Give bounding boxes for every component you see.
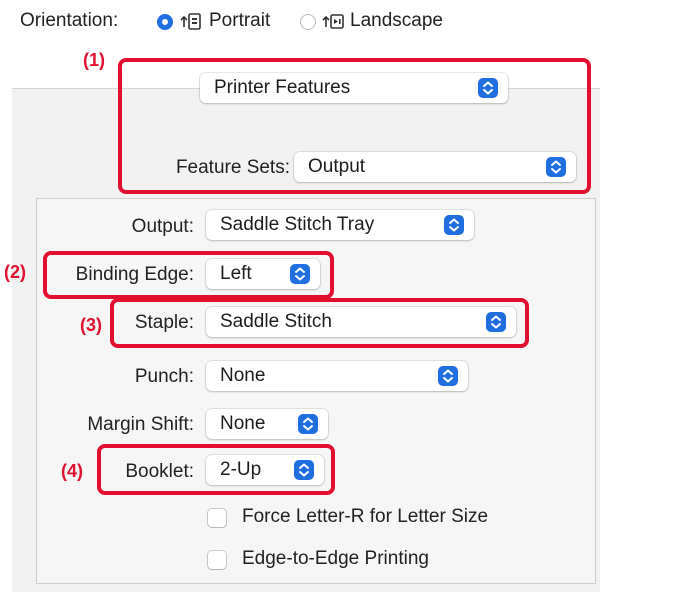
feature-sets-popup[interactable]: Output	[294, 152, 576, 182]
landscape-label: Landscape	[350, 10, 443, 31]
panel-menu-popup[interactable]: Printer Features	[200, 73, 508, 103]
chevron-updown-icon	[546, 157, 566, 177]
margin-shift-popup[interactable]: None	[206, 409, 328, 439]
margin-shift-label: Margin Shift:	[87, 414, 194, 435]
callout-4: (4)	[61, 461, 83, 481]
binding-edge-popup[interactable]: Left	[206, 259, 320, 289]
output-value: Saddle Stitch Tray	[220, 214, 375, 235]
edge-to-edge-label: Edge-to-Edge Printing	[242, 548, 429, 569]
output-popup[interactable]: Saddle Stitch Tray	[206, 210, 474, 240]
margin-shift-value: None	[220, 413, 266, 434]
chevron-updown-icon	[438, 366, 458, 386]
chevron-updown-icon	[444, 215, 464, 235]
chevron-updown-icon	[486, 312, 506, 332]
callout-3: (3)	[80, 315, 102, 335]
portrait-label: Portrait	[209, 10, 271, 31]
punch-label: Punch:	[134, 366, 194, 387]
booklet-popup[interactable]: 2-Up	[206, 455, 324, 485]
punch-popup[interactable]: None	[206, 361, 468, 391]
landscape-radio[interactable]	[300, 14, 316, 30]
staple-popup[interactable]: Saddle Stitch	[206, 307, 516, 337]
panel-menu-value: Printer Features	[214, 77, 351, 98]
chevron-updown-icon	[298, 414, 318, 434]
portrait-orientation-icon	[180, 12, 201, 30]
edge-to-edge-checkbox[interactable]	[208, 551, 226, 569]
booklet-label: Booklet:	[125, 461, 194, 482]
chevron-updown-icon	[290, 264, 310, 284]
portrait-radio[interactable]	[157, 14, 173, 30]
staple-label: Staple:	[134, 312, 194, 333]
booklet-value: 2-Up	[220, 459, 262, 480]
force-letter-r-checkbox[interactable]	[208, 509, 226, 527]
binding-edge-value: Left	[220, 263, 252, 284]
force-letter-r-label: Force Letter-R for Letter Size	[242, 506, 489, 527]
callout-1: (1)	[83, 50, 105, 70]
callout-2: (2)	[4, 262, 26, 282]
landscape-orientation-icon	[322, 12, 344, 30]
staple-value: Saddle Stitch	[220, 311, 332, 332]
chevron-updown-icon	[294, 460, 314, 480]
orientation-label: Orientation:	[20, 10, 119, 31]
binding-edge-label: Binding Edge:	[75, 264, 194, 285]
output-label: Output:	[131, 216, 194, 237]
chevron-updown-icon	[478, 78, 498, 98]
punch-value: None	[220, 365, 266, 386]
feature-sets-label: Feature Sets:	[175, 157, 290, 178]
feature-sets-value: Output	[308, 156, 366, 177]
